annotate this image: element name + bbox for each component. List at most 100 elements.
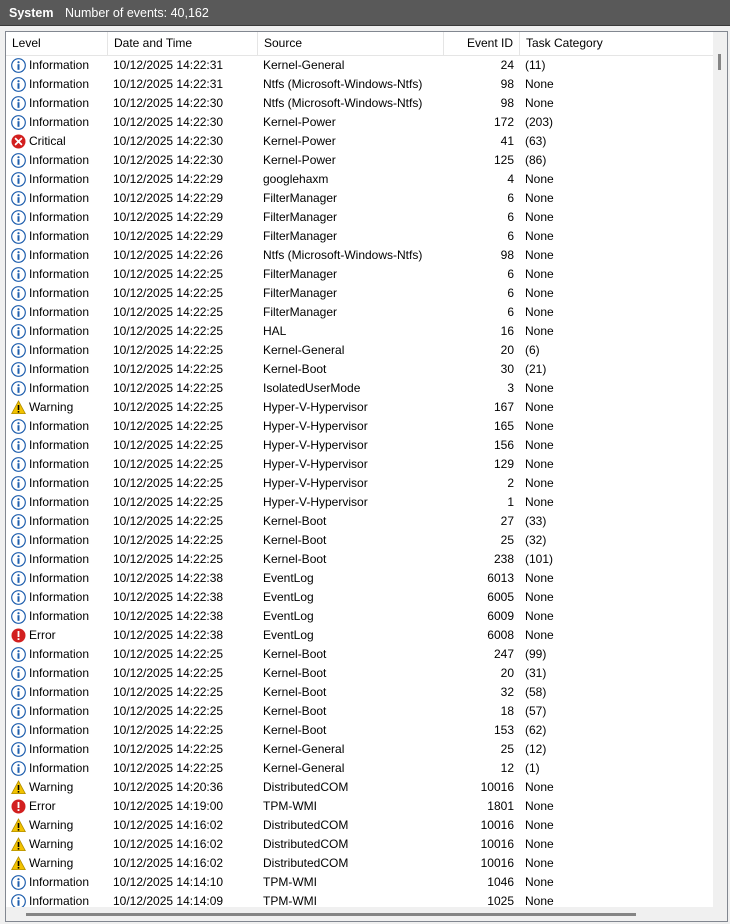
- table-row[interactable]: Critical 10/12/2025 14:22:30 Kernel-Power 4…: [6, 132, 713, 151]
- table-row[interactable]: Information 10/12/2025 14:22:26 Ntfs (Micr…: [6, 246, 713, 265]
- task-category-cell: (99): [525, 647, 547, 661]
- table-row[interactable]: Information 10/12/2025 14:22:25 Kernel-Boo…: [6, 702, 713, 721]
- date-cell: 10/12/2025 14:22:26: [113, 248, 224, 262]
- event-id-cell: 10016: [480, 780, 514, 794]
- task-category-cell: None: [525, 267, 554, 281]
- table-row[interactable]: Information 10/12/2025 14:22:25 Kernel-Boo…: [6, 531, 713, 550]
- source-cell: HAL: [263, 324, 287, 338]
- table-row[interactable]: Information 10/12/2025 14:22:31 Kernel-Gen…: [6, 56, 713, 75]
- table-row[interactable]: Information 10/12/2025 14:22:29 googlehaxm…: [6, 170, 713, 189]
- information-icon: [11, 495, 26, 510]
- table-row[interactable]: Information 10/12/2025 14:22:30 Ntfs (Micr…: [6, 94, 713, 113]
- table-row[interactable]: Information 10/12/2025 14:22:25 Kernel-Boo…: [6, 512, 713, 531]
- level-label: Information: [29, 96, 90, 110]
- source-cell: Hyper-V-Hypervisor: [263, 476, 368, 490]
- horizontal-scroll-thumb[interactable]: [26, 913, 636, 916]
- table-row[interactable]: Information 10/12/2025 14:22:25 Hyper-V-Hy…: [6, 474, 713, 493]
- table-row[interactable]: Information 10/12/2025 14:22:25 FilterMana…: [6, 284, 713, 303]
- information-icon: [11, 248, 26, 263]
- date-cell: 10/12/2025 14:22:25: [113, 286, 224, 300]
- table-row[interactable]: Information 10/12/2025 14:22:25 HAL 16 None: [6, 322, 713, 341]
- event-id-cell: 167: [493, 400, 514, 414]
- table-row[interactable]: Information 10/12/2025 14:22:25 Kernel-Boo…: [6, 721, 713, 740]
- table-row[interactable]: Information 10/12/2025 14:22:25 FilterMana…: [6, 303, 713, 322]
- event-id-cell: 6: [507, 191, 514, 205]
- table-row[interactable]: Error 10/12/2025 14:22:38 EventLog 6008 None: [6, 626, 713, 645]
- horizontal-scrollbar[interactable]: [6, 907, 713, 921]
- task-category-cell: None: [525, 381, 554, 395]
- task-category-cell: (31): [525, 666, 547, 680]
- event-id-cell: 12: [500, 761, 514, 775]
- event-id-cell: 165: [493, 419, 514, 433]
- table-row[interactable]: Information 10/12/2025 14:22:25 FilterMana…: [6, 265, 713, 284]
- level-label: Information: [29, 229, 90, 243]
- date-cell: 10/12/2025 14:16:02: [113, 818, 224, 832]
- table-row[interactable]: Warning 10/12/2025 14:22:25 Hyper-V-Hyperv…: [6, 398, 713, 417]
- events-grid[interactable]: Level Date and Time Source Event ID Task…: [5, 31, 728, 922]
- level-label: Information: [29, 875, 90, 889]
- source-cell: Kernel-Boot: [263, 647, 327, 661]
- column-header-date[interactable]: Date and Time: [108, 32, 258, 55]
- event-id-cell: 153: [493, 723, 514, 737]
- table-row[interactable]: Information 10/12/2025 14:22:29 FilterMana…: [6, 189, 713, 208]
- table-row[interactable]: Information 10/12/2025 14:22:25 Kernel-Boo…: [6, 664, 713, 683]
- column-header-level[interactable]: Level: [6, 32, 108, 55]
- table-row[interactable]: Information 10/12/2025 14:22:29 FilterMana…: [6, 227, 713, 246]
- table-row[interactable]: Information 10/12/2025 14:22:25 Hyper-V-Hy…: [6, 493, 713, 512]
- event-id-cell: 10016: [480, 818, 514, 832]
- table-row[interactable]: Information 10/12/2025 14:14:10 TPM-WMI 104…: [6, 873, 713, 892]
- column-header-event-id[interactable]: Event ID: [444, 32, 520, 55]
- level-label: Error: [29, 799, 56, 813]
- table-row[interactable]: Information 10/12/2025 14:22:25 Hyper-V-Hy…: [6, 436, 713, 455]
- log-title-bar: System Number of events: 40,162: [0, 0, 730, 26]
- table-row[interactable]: Information 10/12/2025 14:22:25 Hyper-V-Hy…: [6, 417, 713, 436]
- event-id-cell: 125: [493, 153, 514, 167]
- level-label: Information: [29, 514, 90, 528]
- table-row[interactable]: Warning 10/12/2025 14:16:02 DistributedCOM…: [6, 854, 713, 873]
- level-label: Information: [29, 533, 90, 547]
- table-row[interactable]: Information 10/12/2025 14:22:30 Kernel-Pow…: [6, 151, 713, 170]
- source-cell: FilterManager: [263, 191, 338, 205]
- task-category-cell: None: [525, 457, 554, 471]
- source-cell: Hyper-V-Hypervisor: [263, 457, 368, 471]
- table-row[interactable]: Information 10/12/2025 14:22:30 Kernel-Pow…: [6, 113, 713, 132]
- level-label: Warning: [29, 400, 74, 414]
- table-row[interactable]: Information 10/12/2025 14:22:25 Hyper-V-Hy…: [6, 455, 713, 474]
- table-row[interactable]: Information 10/12/2025 14:22:31 Ntfs (Micr…: [6, 75, 713, 94]
- date-cell: 10/12/2025 14:22:25: [113, 419, 224, 433]
- task-category-cell: None: [525, 837, 554, 851]
- table-row[interactable]: Warning 10/12/2025 14:16:02 DistributedCOM…: [6, 816, 713, 835]
- event-id-cell: 2: [507, 476, 514, 490]
- table-row[interactable]: Information 10/12/2025 14:22:38 EventLog 60…: [6, 588, 713, 607]
- column-header-task-category[interactable]: Task Category: [520, 32, 716, 55]
- table-row[interactable]: Warning 10/12/2025 14:16:02 DistributedCOM…: [6, 835, 713, 854]
- date-cell: 10/12/2025 14:22:25: [113, 742, 224, 756]
- table-row[interactable]: Information 10/12/2025 14:22:38 EventLog 60…: [6, 569, 713, 588]
- event-id-cell: 20: [500, 666, 514, 680]
- vertical-scrollbar[interactable]: [713, 32, 727, 921]
- date-cell: 10/12/2025 14:22:31: [113, 58, 224, 72]
- table-row[interactable]: Error 10/12/2025 14:19:00 TPM-WMI 1801 None: [6, 797, 713, 816]
- table-row[interactable]: Information 10/12/2025 14:22:25 Kernel-Boo…: [6, 645, 713, 664]
- table-row[interactable]: Information 10/12/2025 14:22:29 FilterMana…: [6, 208, 713, 227]
- event-id-cell: 238: [493, 552, 514, 566]
- table-row[interactable]: Information 10/12/2025 14:22:25 Kernel-Gen…: [6, 341, 713, 360]
- information-icon: [11, 191, 26, 206]
- table-row[interactable]: Information 10/12/2025 14:22:25 Kernel-Boo…: [6, 683, 713, 702]
- table-row[interactable]: Information 10/12/2025 14:22:25 Kernel-Boo…: [6, 360, 713, 379]
- event-id-cell: 20: [500, 343, 514, 357]
- level-label: Information: [29, 419, 90, 433]
- source-cell: TPM-WMI: [263, 875, 317, 889]
- table-row[interactable]: Information 10/12/2025 14:22:25 Kernel-Boo…: [6, 550, 713, 569]
- source-cell: DistributedCOM: [263, 818, 349, 832]
- table-row[interactable]: Information 10/12/2025 14:22:25 Kernel-Gen…: [6, 759, 713, 778]
- table-row[interactable]: Warning 10/12/2025 14:20:36 DistributedCOM…: [6, 778, 713, 797]
- table-row[interactable]: Information 10/12/2025 14:22:38 EventLog 60…: [6, 607, 713, 626]
- information-icon: [11, 875, 26, 890]
- column-header-source[interactable]: Source: [258, 32, 444, 55]
- source-cell: DistributedCOM: [263, 780, 349, 794]
- task-category-cell: None: [525, 305, 554, 319]
- table-row[interactable]: Information 10/12/2025 14:22:25 IsolatedUs…: [6, 379, 713, 398]
- table-row[interactable]: Information 10/12/2025 14:22:25 Kernel-Gen…: [6, 740, 713, 759]
- vertical-scroll-thumb[interactable]: [718, 54, 721, 70]
